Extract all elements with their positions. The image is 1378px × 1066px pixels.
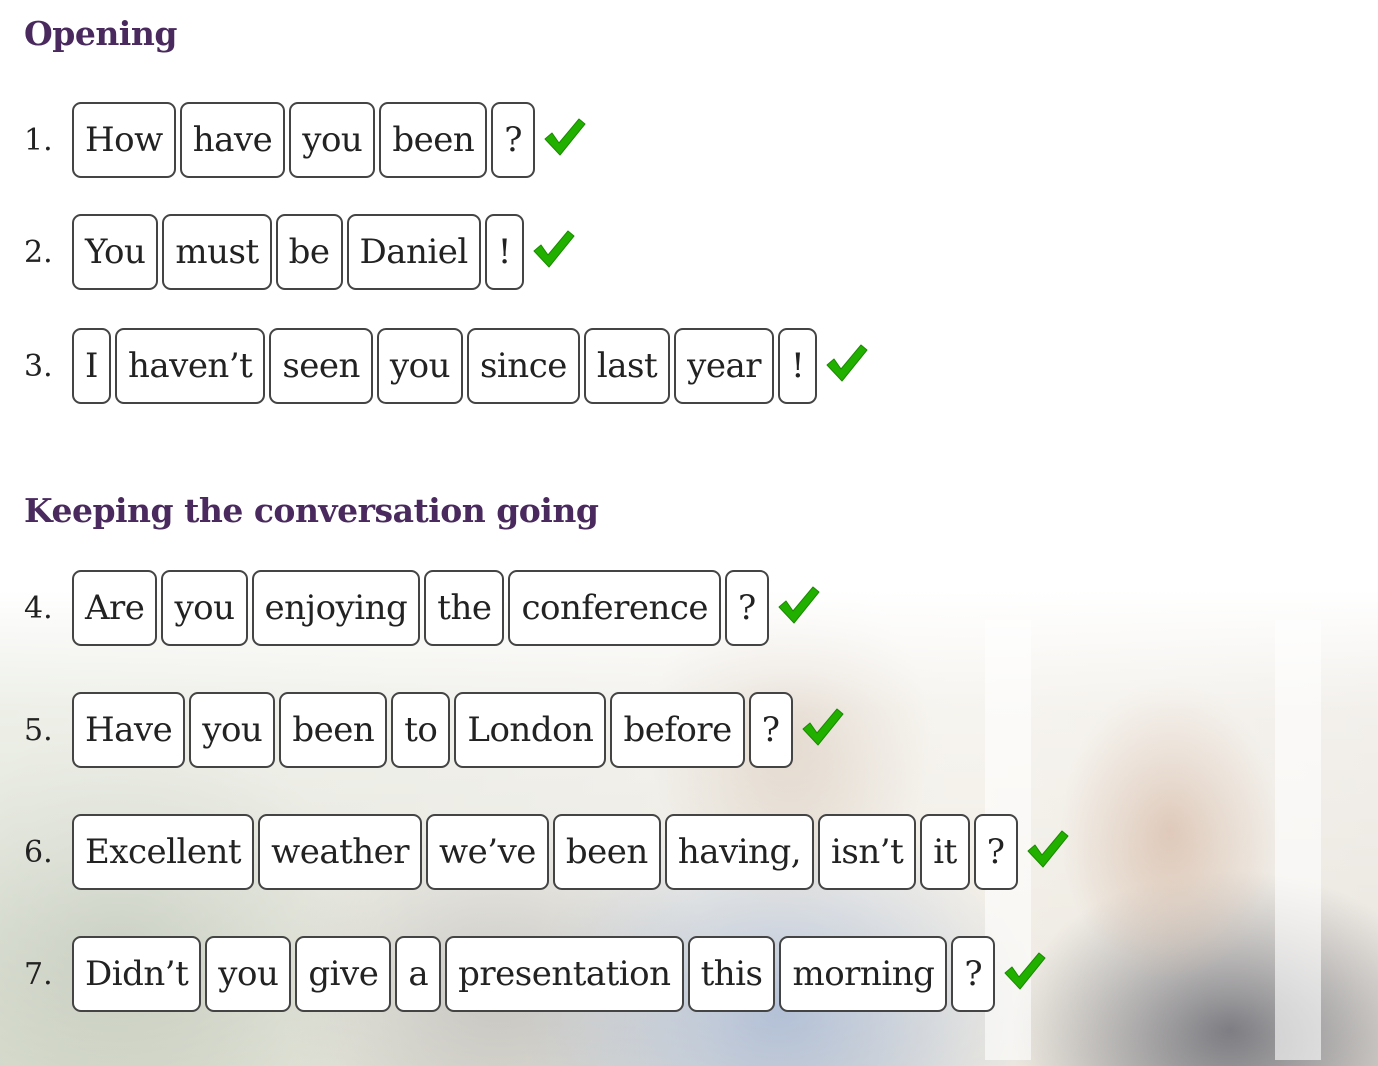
- item-number: 2.: [24, 234, 53, 270]
- word-tile[interactable]: seen: [269, 328, 373, 404]
- word-tile[interactable]: !: [484, 214, 524, 290]
- word-tile[interactable]: you: [189, 692, 276, 768]
- item-number: 3.: [24, 348, 53, 384]
- word-tile[interactable]: morning: [779, 936, 948, 1012]
- exercise-row: 1. How have you been?: [0, 102, 587, 178]
- word-tile[interactable]: been: [552, 814, 661, 890]
- word-tiles: Excellent weather we’ve been having, isn’t it?: [72, 814, 1022, 890]
- word-tile[interactable]: Excellent: [72, 814, 255, 890]
- word-tile[interactable]: ?: [725, 570, 769, 646]
- word-tile[interactable]: to: [391, 692, 451, 768]
- word-tile[interactable]: you: [376, 328, 463, 404]
- word-tile[interactable]: we’ve: [426, 814, 549, 890]
- item-number: 1.: [24, 122, 53, 158]
- word-tiles: Are you enjoying the conference?: [72, 570, 773, 646]
- word-tile[interactable]: ?: [973, 814, 1018, 890]
- check-icon: [1004, 952, 1046, 990]
- word-tile[interactable]: this: [687, 936, 776, 1012]
- word-tile[interactable]: How: [72, 102, 176, 178]
- exercise-row: 7. Didn’t you give a presentation this morning?: [0, 936, 1047, 1012]
- check-icon: [778, 586, 820, 624]
- word-tile[interactable]: having,: [664, 814, 815, 890]
- word-tile[interactable]: a: [395, 936, 442, 1012]
- check-icon: [533, 230, 575, 268]
- word-tiles: Have you been to London before?: [72, 692, 797, 768]
- word-tile[interactable]: you: [289, 102, 376, 178]
- word-tile[interactable]: !: [778, 328, 818, 404]
- check-icon: [826, 344, 868, 382]
- word-tiles: Didn’t you give a presentation this morning?: [72, 936, 999, 1012]
- item-number: 5.: [24, 712, 53, 748]
- word-tile[interactable]: isn’t: [818, 814, 917, 890]
- word-tile[interactable]: it: [920, 814, 970, 890]
- word-tile[interactable]: enjoying: [251, 570, 421, 646]
- word-tile[interactable]: last: [583, 328, 671, 404]
- word-tiles: You must be Daniel!: [72, 214, 528, 290]
- section-title-keeping-conversation: Keeping the conversation going: [24, 491, 599, 530]
- word-tile[interactable]: you: [205, 936, 292, 1012]
- word-tile[interactable]: be: [275, 214, 343, 290]
- word-tile[interactable]: Didn’t: [72, 936, 202, 1012]
- word-tiles: Ihaven’t seen you since last year!: [72, 328, 821, 404]
- word-tile[interactable]: Daniel: [346, 214, 481, 290]
- word-tile[interactable]: Have: [72, 692, 186, 768]
- word-tile[interactable]: the: [424, 570, 505, 646]
- word-tile[interactable]: year: [674, 328, 774, 404]
- word-tile[interactable]: Are: [72, 570, 158, 646]
- word-tile[interactable]: conference: [508, 570, 722, 646]
- item-number: 6.: [24, 834, 53, 870]
- exercise-row: 4. Are you enjoying the conference?: [0, 570, 821, 646]
- item-number: 4.: [24, 590, 53, 626]
- exercise-row: 2. You must be Daniel!: [0, 214, 576, 290]
- word-tile[interactable]: London: [454, 692, 607, 768]
- word-tile[interactable]: since: [466, 328, 580, 404]
- item-number: 7.: [24, 956, 53, 992]
- background-pillar: [1275, 620, 1321, 1060]
- word-tile[interactable]: You: [72, 214, 159, 290]
- word-tiles: How have you been?: [72, 102, 539, 178]
- check-icon: [802, 708, 844, 746]
- word-tile[interactable]: been: [379, 102, 488, 178]
- check-icon: [544, 118, 586, 156]
- word-tile[interactable]: give: [295, 936, 392, 1012]
- word-tile[interactable]: presentation: [445, 936, 684, 1012]
- word-tile[interactable]: I: [72, 328, 111, 404]
- word-tile[interactable]: ?: [491, 102, 535, 178]
- word-tile[interactable]: you: [161, 570, 248, 646]
- exercise-row: 6. Excellent weather we’ve been having, isn’t i…: [0, 814, 1070, 890]
- section-title-opening: Opening: [24, 14, 177, 53]
- check-icon: [1027, 830, 1069, 868]
- word-tile[interactable]: ?: [951, 936, 996, 1012]
- word-tile[interactable]: been: [279, 692, 388, 768]
- word-tile[interactable]: must: [162, 214, 272, 290]
- exercise-row: 5. Have you been to London before?: [0, 692, 845, 768]
- word-tile[interactable]: before: [610, 692, 745, 768]
- word-tile[interactable]: weather: [258, 814, 423, 890]
- word-tile[interactable]: have: [179, 102, 286, 178]
- word-tile[interactable]: haven’t: [114, 328, 266, 404]
- exercise-row: 3. Ihaven’t seen you since last year!: [0, 328, 869, 404]
- word-tile[interactable]: ?: [748, 692, 793, 768]
